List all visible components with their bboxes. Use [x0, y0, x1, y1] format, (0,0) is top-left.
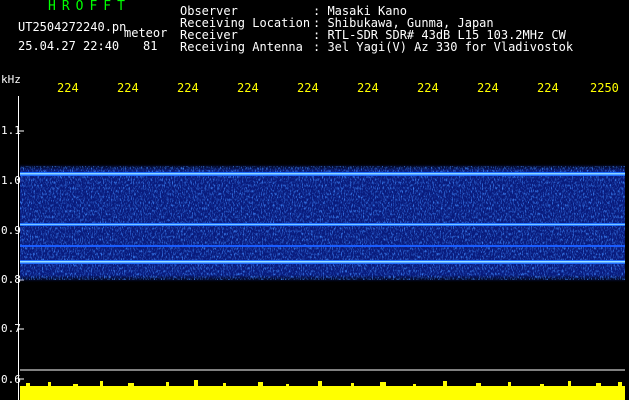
- x-tick: 2250: [590, 81, 619, 95]
- filename: UT2504272240.pn: [18, 20, 127, 34]
- carrier-line-1000-core: [20, 173, 625, 175]
- y-unit-label: kHz: [1, 73, 21, 86]
- signal-level-strip: [20, 380, 625, 400]
- x-tick: 224: [537, 81, 559, 95]
- spectrogram-plot: [18, 96, 627, 400]
- x-tick: 224: [117, 81, 139, 95]
- x-tick: 224: [357, 81, 379, 95]
- app-title: HROFFT: [48, 0, 131, 14]
- frame-value: 81: [143, 39, 158, 53]
- x-tick: 224: [477, 81, 499, 95]
- datetime: 25.04.27 22:40: [18, 39, 120, 53]
- x-tick: 224: [297, 81, 319, 95]
- x-tick: 224: [417, 81, 439, 95]
- filename-suffix: meteor: [124, 26, 168, 40]
- x-tick: 224: [57, 81, 79, 95]
- carrier-line-910-core: [20, 224, 625, 225]
- x-tick: 224: [237, 81, 259, 95]
- x-tick: 224: [177, 81, 199, 95]
- carrier-line-840-core: [20, 261, 625, 263]
- antenna-label: Receiving Antenna: [180, 40, 303, 54]
- antenna-value: : 3el Yagi(V) Az 330 for Vladivostok: [313, 40, 574, 54]
- carrier-line-870: [20, 245, 625, 247]
